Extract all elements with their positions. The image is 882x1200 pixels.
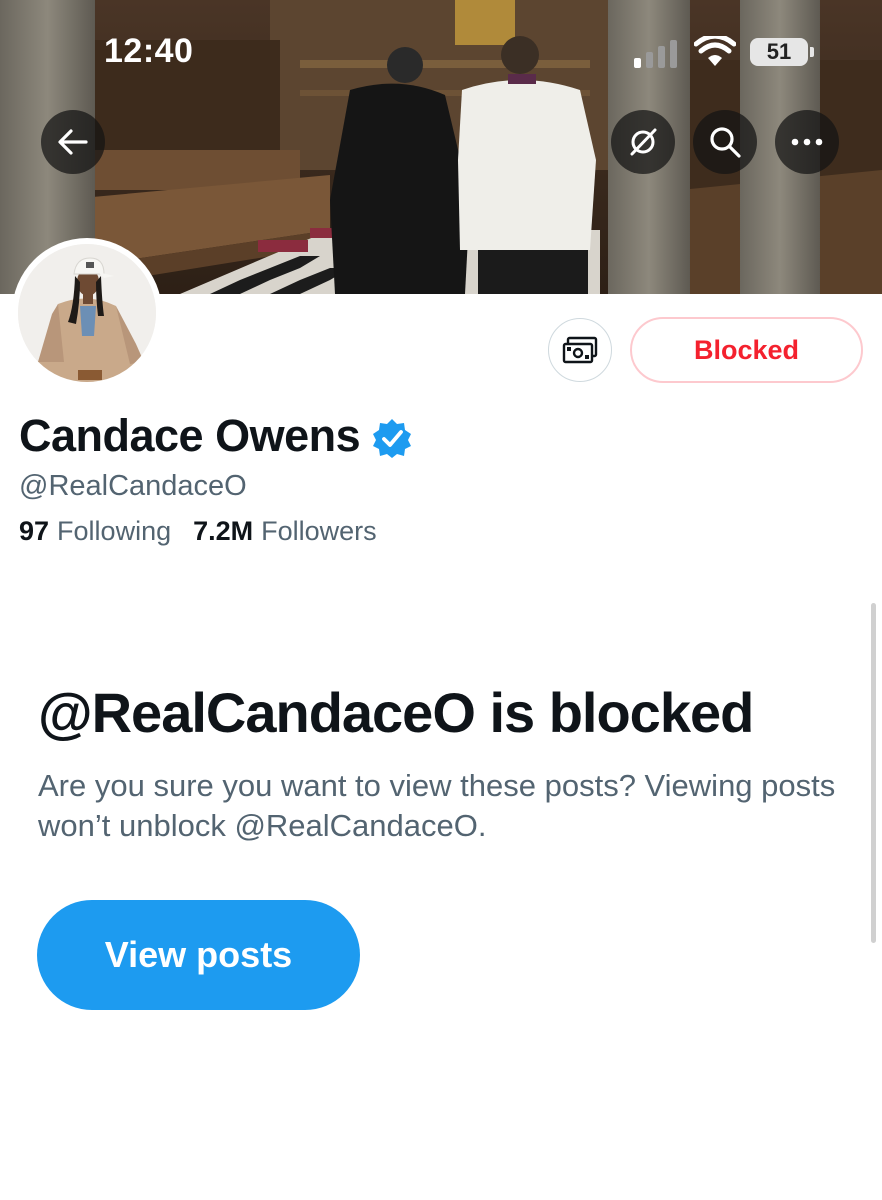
following-count: 97 bbox=[19, 516, 50, 546]
display-name: Candace Owens bbox=[19, 410, 361, 461]
verified-badge-icon bbox=[373, 419, 412, 458]
money-icon bbox=[562, 336, 598, 364]
signal-icon bbox=[634, 40, 677, 68]
followers-count: 7.2M bbox=[193, 516, 254, 546]
more-button[interactable] bbox=[775, 110, 839, 174]
profile-banner[interactable]: 12:40 51 bbox=[0, 0, 882, 294]
scrollbar[interactable] bbox=[871, 603, 876, 943]
battery-icon: 51 bbox=[750, 38, 808, 66]
back-arrow-icon bbox=[58, 129, 88, 155]
grok-icon bbox=[630, 128, 657, 156]
back-button[interactable] bbox=[41, 110, 105, 174]
avatar[interactable] bbox=[12, 238, 162, 388]
followers-label: Followers bbox=[261, 516, 377, 546]
blocked-notice-title: @RealCandaceO is blocked bbox=[38, 681, 754, 744]
wifi-icon bbox=[694, 36, 736, 66]
blocked-button[interactable]: Blocked bbox=[630, 317, 863, 383]
more-icon bbox=[791, 138, 823, 146]
tip-button[interactable] bbox=[548, 318, 612, 382]
following-label: Following bbox=[57, 516, 172, 546]
profile-handle: @RealCandaceO bbox=[19, 470, 247, 502]
blocked-notice-description: Are you sure you want to view these post… bbox=[38, 768, 836, 843]
avatar-image bbox=[18, 244, 156, 382]
search-icon bbox=[710, 127, 741, 158]
followers-link[interactable]: 7.2M Followers bbox=[193, 516, 377, 547]
grok-button[interactable] bbox=[611, 110, 675, 174]
follow-stats: 97 Following 7.2M Followers bbox=[19, 516, 399, 547]
name-row: Candace Owens bbox=[19, 410, 412, 462]
status-time: 12:40 bbox=[104, 32, 194, 70]
search-button[interactable] bbox=[693, 110, 757, 174]
following-link[interactable]: 97 Following bbox=[19, 516, 171, 547]
view-posts-button[interactable]: View posts bbox=[37, 900, 360, 1010]
battery-tip bbox=[810, 47, 814, 57]
